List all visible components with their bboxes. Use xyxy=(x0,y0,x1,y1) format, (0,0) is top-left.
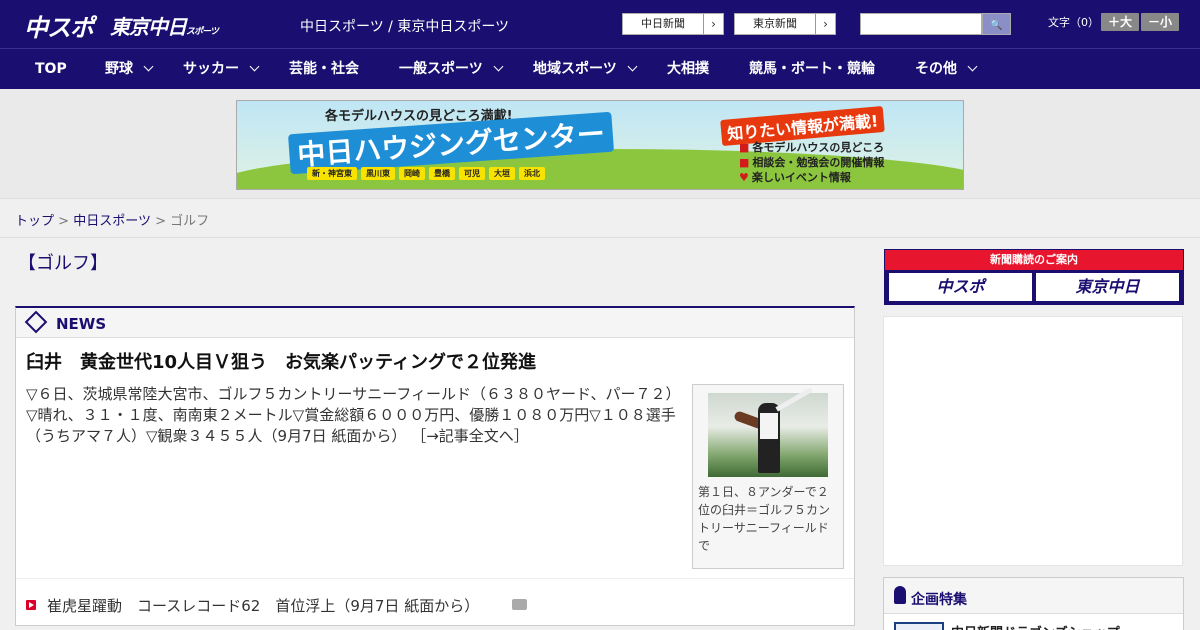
main-nav: TOP 野球 サッカー 芸能・社会 一般スポーツ 地域スポーツ 大相撲 競馬・ボ… xyxy=(0,48,1200,89)
news-heading: NEWS xyxy=(56,315,107,333)
banner-area: 各モデルハウスの見どころ満載! 中日ハウジングセンター 新・神宮東 黒川東 岡崎… xyxy=(0,89,1200,199)
nav-item-label: 競馬・ボート・競輪 xyxy=(749,61,875,77)
banner-feature: ♥ 楽しいイベント情報 xyxy=(739,169,851,185)
chevron-down-icon xyxy=(627,61,638,72)
nav-item-other[interactable]: その他 xyxy=(915,49,978,89)
banner-location: 豊橋 xyxy=(429,167,455,180)
nav-item-racing[interactable]: 競馬・ボート・競輪 xyxy=(749,49,875,89)
site-title: 中日スポーツ / 東京中日スポーツ xyxy=(300,19,510,35)
nav-item-label: 大相撲 xyxy=(667,61,709,77)
banner-feature-text: 相談会・勉強会の開催情報 xyxy=(752,156,885,169)
breadcrumb-separator: > xyxy=(155,214,166,229)
banner-feature-text: 楽しいイベント情報 xyxy=(751,171,851,184)
news-photo-box[interactable]: 第１日、８アンダーで２位の臼井＝ゴルフ５カントリーサニーフィールドで xyxy=(692,384,844,569)
header-bar: 中スポ 東京中日スポーツ 中日スポーツ / 東京中日スポーツ 中日新聞 › 東京… xyxy=(0,0,1200,48)
chunichi-shimbun-label: 中日新聞 xyxy=(641,17,685,30)
news-summary: ▽６日、茨城県常陸大宮市、ゴルフ５カントリーサニーフィールド（６３８０ヤード、パ… xyxy=(26,384,686,447)
news-photo xyxy=(708,387,828,477)
banner-feature: ■ 各モデルハウスの見どころ xyxy=(739,139,884,155)
heart-icon: ♥ xyxy=(739,171,749,184)
nav-item-label: サッカー xyxy=(183,61,239,77)
font-smaller-button[interactable]: －小 xyxy=(1141,13,1179,31)
search-button[interactable]: 🔍 xyxy=(982,13,1011,35)
feature-thumbnail xyxy=(894,622,944,630)
banner-locations: 新・神宮東 黒川東 岡崎 豊橋 可児 大垣 浜北 xyxy=(307,167,545,180)
pin-icon xyxy=(894,586,906,604)
chevron-right-icon: › xyxy=(815,14,835,34)
breadcrumb-home-link[interactable]: トップ xyxy=(15,214,54,229)
news-icon xyxy=(24,310,48,334)
tokyo-chunichi-logo[interactable]: 東京中日スポーツ xyxy=(110,11,219,40)
banner-location: 新・神宮東 xyxy=(307,167,357,180)
nav-item-entertainment[interactable]: 芸能・社会 xyxy=(289,49,359,89)
nav-item-top[interactable]: TOP xyxy=(35,49,67,89)
banner-location: 岡崎 xyxy=(399,167,425,180)
chevron-down-icon xyxy=(249,61,260,72)
play-bullet-icon xyxy=(26,600,36,610)
banner-location: 黒川東 xyxy=(361,167,395,180)
subscribe-chuspo-button[interactable]: 中スポ xyxy=(889,273,1032,301)
feature-box: 企画特集 中日新聞ドラゴンズショップ xyxy=(883,577,1184,630)
subscription-heading: 新聞購読のご案内 xyxy=(885,250,1183,270)
nav-item-label: 一般スポーツ xyxy=(399,61,483,77)
font-larger-button[interactable]: ＋大 xyxy=(1101,13,1139,31)
nav-item-general-sports[interactable]: 一般スポーツ xyxy=(399,49,504,89)
tokyo-chunichi-logo-sub: スポーツ xyxy=(186,27,219,37)
nav-item-label: TOP xyxy=(35,61,67,77)
news-photo-caption: 第１日、８アンダーで２位の臼井＝ゴルフ５カントリーサニーフィールドで xyxy=(698,485,831,553)
nav-item-label: 野球 xyxy=(105,61,133,77)
breadcrumb-section-link[interactable]: 中日スポーツ xyxy=(73,214,151,229)
chevron-down-icon xyxy=(967,61,978,72)
list-item-title: 崔虎星躍動 コースレコード62 首位浮上（9月7日 紙面から） xyxy=(47,597,480,615)
breadcrumb-current: ゴルフ xyxy=(170,214,210,229)
chevron-down-icon xyxy=(143,61,154,72)
news-header: NEWS xyxy=(16,308,854,338)
subscription-box: 新聞購読のご案内 中スポ 東京中日 xyxy=(884,249,1184,305)
page-title: 【ゴルフ】 xyxy=(18,253,108,274)
tokyo-chunichi-logo-text: 東京中日 xyxy=(110,15,187,39)
read-more-link[interactable]: ［→記事全文へ］ xyxy=(411,427,529,445)
subscription-logos: 中スポ 東京中日 xyxy=(885,270,1183,304)
banner-location: 可児 xyxy=(459,167,485,180)
nav-item-soccer[interactable]: サッカー xyxy=(183,49,260,89)
nav-item-label: その他 xyxy=(915,61,957,77)
feature-title: 企画特集 xyxy=(911,592,967,608)
chuspo-logo[interactable]: 中スポ xyxy=(24,8,94,43)
breadcrumb: トップ > 中日スポーツ > ゴルフ xyxy=(0,200,1200,238)
photo-figure-club xyxy=(775,387,813,412)
banner-location: 大垣 xyxy=(489,167,515,180)
nav-item-regional-sports[interactable]: 地域スポーツ xyxy=(533,49,638,89)
list-item[interactable]: 崔虎星躍動 コースレコード62 首位浮上（9月7日 紙面から） xyxy=(16,578,854,624)
banner-feature: ■ 相談会・勉強会の開催情報 xyxy=(739,154,884,170)
book-icon: ■ xyxy=(739,156,750,169)
breadcrumb-separator: > xyxy=(58,214,70,229)
chevron-right-icon: › xyxy=(703,14,723,34)
camera-icon xyxy=(512,599,527,610)
nav-item-label: 地域スポーツ xyxy=(533,61,617,77)
search-icon: 🔍 xyxy=(990,20,1003,31)
nav-item-sumo[interactable]: 大相撲 xyxy=(667,49,709,89)
font-size-label: 文字（0） xyxy=(1048,16,1099,29)
news-summary-text: ▽６日、茨城県常陸大宮市、ゴルフ５カントリーサニーフィールド（６３８０ヤード、パ… xyxy=(26,385,681,445)
house-icon: ■ xyxy=(739,141,750,154)
ad-slot xyxy=(883,316,1183,566)
nav-item-label: 芸能・社会 xyxy=(289,61,359,77)
nav-item-baseball[interactable]: 野球 xyxy=(105,49,154,89)
feature-item-label: 中日新聞ドラゴンズショップ xyxy=(951,622,1120,630)
feature-header: 企画特集 xyxy=(884,578,1183,614)
banner-location: 浜北 xyxy=(519,167,545,180)
banner-feature-text: 各モデルハウスの見どころ xyxy=(752,141,885,154)
tokyo-shimbun-label: 東京新聞 xyxy=(753,17,797,30)
photo-figure-shirt xyxy=(760,413,778,439)
chunichi-shimbun-link[interactable]: 中日新聞 › xyxy=(622,13,724,35)
housing-center-banner[interactable]: 各モデルハウスの見どころ満載! 中日ハウジングセンター 新・神宮東 黒川東 岡崎… xyxy=(236,100,964,190)
chevron-down-icon xyxy=(493,61,504,72)
search-input[interactable] xyxy=(860,13,982,35)
tokyo-shimbun-link[interactable]: 東京新聞 › xyxy=(734,13,836,35)
news-box: NEWS 臼井 黄金世代10人目Ｖ狙う お気楽パッティングで２位発進 ▽６日、茨… xyxy=(15,306,855,626)
subscribe-tokyo-chunichi-button[interactable]: 東京中日 xyxy=(1036,273,1179,301)
news-headline[interactable]: 臼井 黄金世代10人目Ｖ狙う お気楽パッティングで２位発進 xyxy=(26,348,536,374)
